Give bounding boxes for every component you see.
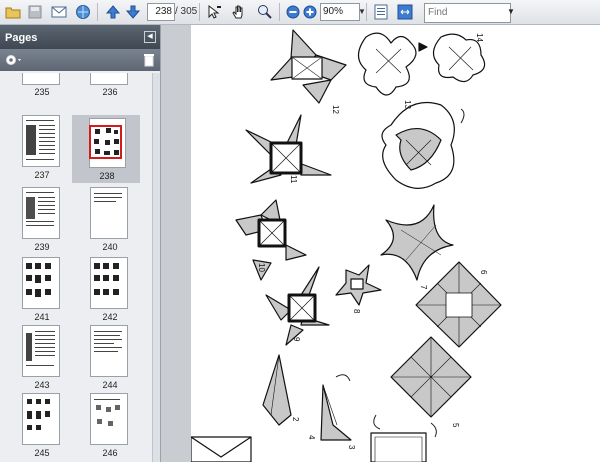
collapse-panel-icon[interactable]: ◀ — [144, 31, 156, 43]
thumbnail-241[interactable]: 241 — [8, 257, 76, 323]
step-number: 6 — [479, 270, 488, 275]
step-number: 2 — [291, 417, 300, 422]
step-number: 11 — [289, 175, 298, 184]
thumbnail-236[interactable]: 236 — [76, 73, 144, 99]
step-number: 5 — [451, 423, 460, 428]
zoom-out-icon[interactable] — [284, 3, 302, 21]
thumbnail-244[interactable]: 244 — [76, 325, 144, 391]
email-icon[interactable] — [50, 3, 68, 21]
previous-page-icon[interactable] — [104, 3, 122, 21]
step-number: 4 — [307, 435, 316, 440]
zoom-level-field[interactable]: 90% — [320, 3, 360, 21]
fit-width-icon[interactable] — [396, 3, 414, 21]
zoom-tool-icon[interactable] — [256, 3, 274, 21]
document-gutter — [160, 25, 191, 462]
rotate-arrow — [460, 108, 465, 124]
step-number: 14 — [475, 33, 484, 42]
hand-tool-icon[interactable] — [230, 3, 248, 21]
thumbnail-243[interactable]: 243 — [8, 325, 76, 391]
thumbnail-245[interactable]: 245 — [8, 393, 76, 459]
document-page[interactable]: 12 13 14 11 10 9 8 7 6 5 4 3 2 — [191, 25, 600, 462]
diagram-step-9 — [265, 266, 330, 346]
pages-panel-header: Pages ◀ — [0, 25, 160, 49]
step-number: 7 — [419, 285, 428, 290]
flip-arrow — [335, 374, 351, 382]
thumbnail-label: 244 — [102, 380, 118, 390]
delete-trash-icon[interactable] — [143, 52, 155, 70]
toolbar: 238 / 305 90% ▼ ▼ — [0, 0, 600, 25]
open-folder-icon[interactable] — [4, 3, 22, 21]
step-number: 13 — [403, 100, 412, 109]
thumbnail-239[interactable]: 239 — [8, 187, 76, 253]
thumbnail-238-selected[interactable]: 238 — [72, 115, 140, 183]
thumbnail-label: 237 — [34, 170, 50, 180]
step-number: 10 — [257, 263, 266, 272]
diagram-step-10 — [235, 199, 307, 281]
thumbnail-label: 241 — [34, 312, 50, 322]
diagram-step-3 — [320, 384, 352, 441]
diagram-step-5 — [390, 336, 472, 418]
thumbnail-list: 235 236 237 238 239 240 241 242 243 244 … — [0, 73, 152, 462]
diagram-rose-bloom — [381, 101, 455, 189]
zoom-in-icon[interactable] — [301, 3, 319, 21]
step-number: 8 — [352, 309, 361, 314]
thumbnail-label: 238 — [99, 171, 115, 181]
diagram-step-13 — [357, 32, 428, 96]
thumbnail-label: 240 — [102, 242, 118, 252]
diagram-step-8 — [335, 264, 382, 306]
select-cursor-icon[interactable] — [205, 3, 223, 21]
thumbnail-label: 243 — [34, 380, 50, 390]
thumbnail-label: 246 — [102, 448, 118, 458]
find-options-chevron-icon[interactable]: ▼ — [505, 3, 517, 21]
step-number: 12 — [331, 105, 340, 114]
thumbnail-242[interactable]: 242 — [76, 257, 144, 323]
turn-arrow — [430, 422, 437, 438]
diagram-step-11 — [245, 114, 332, 184]
page-total: / 305 — [175, 6, 198, 17]
thumbnail-235[interactable]: 235 — [8, 73, 76, 99]
diagram-four-point-star — [380, 204, 454, 281]
step-number: 9 — [292, 337, 301, 342]
thumbnail-237[interactable]: 237 — [8, 115, 76, 183]
diagram-step-12 — [270, 29, 347, 104]
next-page-icon[interactable] — [124, 3, 142, 21]
pages-panel: Pages ◀ 235 236 237 238 239 240 241 242 … — [0, 25, 161, 462]
diagram-bottom-right — [370, 432, 427, 462]
options-gear-icon[interactable] — [4, 52, 24, 71]
origami-diagrams: 12 13 14 11 10 9 8 7 6 5 4 3 2 — [191, 29, 502, 462]
web-globe-icon[interactable] — [74, 3, 92, 21]
fit-page-icon[interactable] — [372, 3, 390, 21]
turn-arrow — [373, 414, 381, 430]
find-input[interactable] — [424, 3, 511, 23]
diagram-step-6 — [415, 261, 502, 348]
thumbnail-label: 236 — [102, 87, 118, 97]
thumbnail-246[interactable]: 246 — [76, 393, 144, 459]
diagram-bottom-left — [191, 436, 252, 462]
thumbnail-240[interactable]: 240 — [76, 187, 144, 253]
pages-panel-toolbar — [0, 49, 160, 71]
save-icon[interactable] — [26, 3, 44, 21]
thumbnail-label: 245 — [34, 448, 50, 458]
diagram-step-2 — [262, 354, 292, 426]
thumbnail-label: 242 — [102, 312, 118, 322]
page-number-input[interactable]: 238 — [147, 3, 175, 21]
thumbnail-label: 235 — [34, 87, 50, 97]
thumbnail-label: 239 — [34, 242, 50, 252]
step-number: 3 — [347, 445, 356, 450]
pages-panel-title: Pages — [5, 32, 38, 44]
